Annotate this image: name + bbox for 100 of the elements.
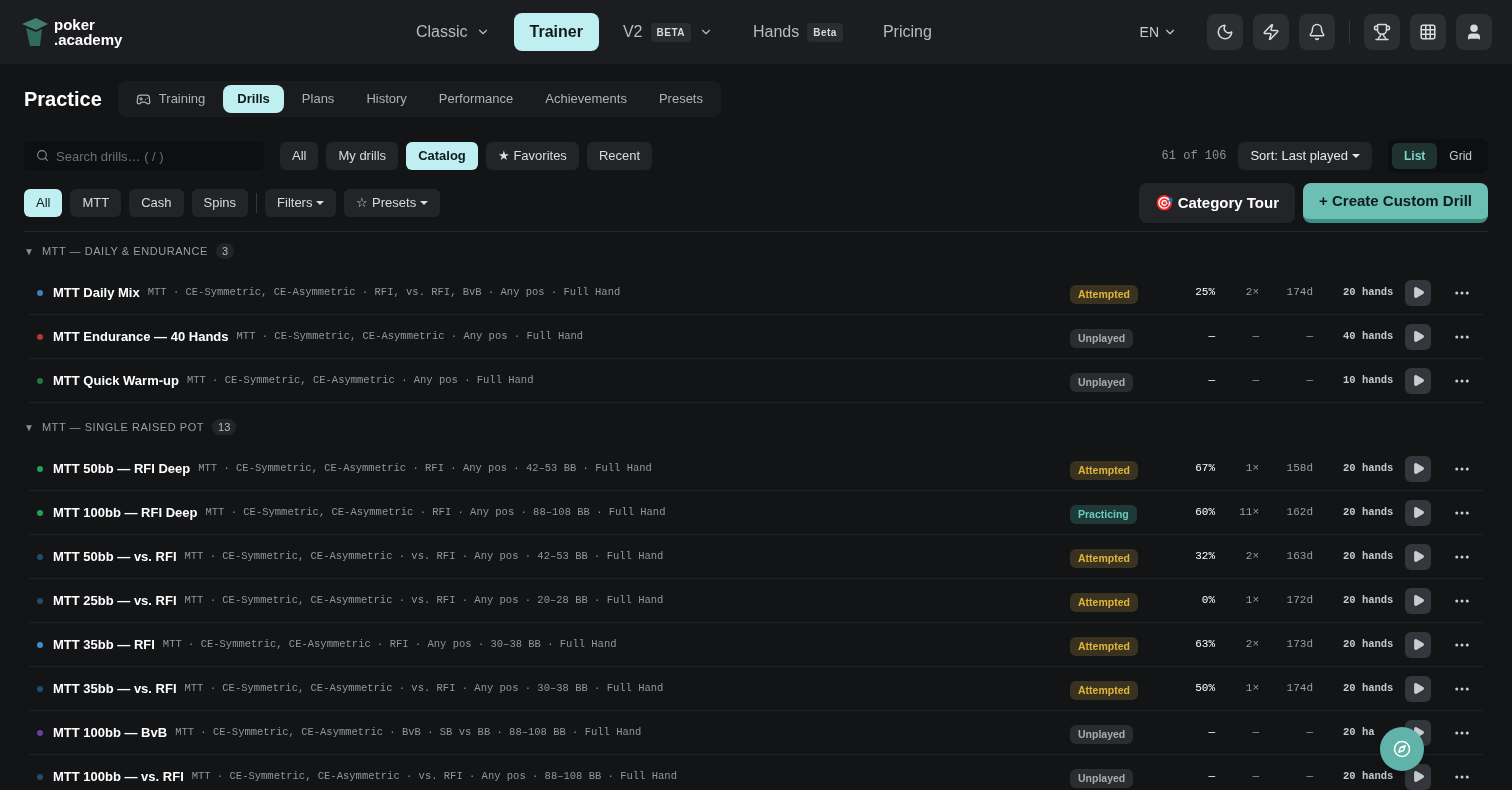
drill-row[interactable]: MTT 25bb — vs. RFI MTT · CE-Symmetric, CE-Asymmetric · vs. RFI · Any pos · 20–28 BB · Full Hand Attempted 0% 1× 172d 20 hands: [29, 579, 1483, 623]
game-chip[interactable]: All: [24, 189, 63, 217]
section-tab[interactable]: Presets: [644, 85, 717, 113]
status-badge: Attempted: [1070, 548, 1138, 569]
last-played: —: [1305, 725, 1313, 741]
toolbar-button[interactable]: [1253, 14, 1289, 50]
drill-name: MTT 35bb — RFI: [53, 635, 155, 654]
hand-count: 20 hands: [1343, 768, 1394, 784]
drill-name: MTT 25bb — vs. RFI: [53, 591, 177, 610]
view-option[interactable]: List: [1392, 143, 1438, 169]
last-played: 173d: [1285, 637, 1313, 653]
language-select[interactable]: EN: [1139, 21, 1177, 43]
status-badge: Attempted: [1070, 460, 1138, 481]
nav-tab[interactable]: V2 BETA: [606, 13, 729, 51]
accuracy: —: [1207, 769, 1215, 785]
section-tab[interactable]: Achievements: [531, 85, 641, 113]
sort-dropdown[interactable]: Sort: Last played: [1238, 142, 1372, 170]
play-button[interactable]: [1405, 323, 1431, 350]
drill-details: MTT · CE-Symmetric, CE-Asymmetric · Any pos · Full Hand: [236, 328, 584, 344]
drill-name: MTT 50bb — RFI Deep: [53, 459, 191, 478]
last-played: 162d: [1285, 505, 1313, 521]
filter-chip[interactable]: Recent: [586, 142, 653, 170]
status-badge: Practicing: [1070, 504, 1137, 525]
toolbar-button[interactable]: [1364, 14, 1400, 50]
play-icon: [1411, 286, 1425, 299]
play-count: 1×: [1244, 461, 1259, 477]
game-chip[interactable]: Cash: [129, 189, 184, 217]
hand-count: 20 hands: [1343, 460, 1394, 476]
last-played: —: [1305, 329, 1313, 345]
section-tab[interactable]: Training: [121, 85, 220, 113]
drill-row[interactable]: MTT 100bb — RFI Deep MTT · CE-Symmetric, CE-Asymmetric · RFI · Any pos · 88–108 BB · Full Hand Practicing 60% 11× 162d 20 hands: [29, 491, 1483, 535]
category-tour-button[interactable]: 🎯 Category Tour: [1138, 183, 1296, 223]
game-chip[interactable]: Spins: [191, 189, 249, 217]
play-button[interactable]: [1405, 455, 1431, 482]
accuracy: 25%: [1194, 285, 1215, 301]
status-badge: Attempted: [1070, 284, 1138, 305]
drill-row[interactable]: MTT 50bb — vs. RFI MTT · CE-Symmetric, CE-Asymmetric · vs. RFI · Any pos · 42–53 BB · Full Hand Attempted 32% 2× 163d 20 hands: [29, 535, 1483, 579]
section-tab[interactable]: Drills: [223, 85, 284, 113]
search-field[interactable]: Search drills… ( / ): [24, 141, 264, 171]
section-tab[interactable]: Performance: [424, 85, 528, 113]
play-button[interactable]: [1405, 675, 1431, 702]
drill-name: MTT Endurance — 40 Hands: [53, 327, 229, 346]
nav-tab[interactable]: Classic: [400, 13, 506, 51]
drill-details: MTT · CE-Symmetric, CE-Asymmetric · vs. RFI · Any pos · 42–53 BB · Full Hand: [184, 548, 664, 564]
play-button[interactable]: [1405, 631, 1431, 658]
drill-row[interactable]: MTT 35bb — RFI MTT · CE-Symmetric, CE-Asymmetric · RFI · Any pos · 30–38 BB · Full Hand Attempted 63% 2× 173d 20 hands: [29, 623, 1483, 667]
drill-row[interactable]: MTT Endurance — 40 Hands MTT · CE-Symmetric, CE-Asymmetric · Any pos · Full Hand Unplayed — — — 40 hands: [29, 315, 1483, 359]
filter-dropdown[interactable]: Filters: [265, 189, 337, 217]
drill-row[interactable]: MTT Daily Mix MTT · CE-Symmetric, CE-Asymmetric · RFI, vs. RFI, BvB · Any pos · Full Hand Attempted 25% 2× 174d 20 hands: [29, 271, 1483, 315]
play-button[interactable]: [1405, 499, 1431, 526]
filter-chip[interactable]: Catalog: [406, 142, 478, 170]
section-tab[interactable]: Plans: [287, 85, 349, 113]
play-icon: [1411, 682, 1425, 695]
view-option[interactable]: Grid: [1437, 143, 1484, 169]
play-icon: [1411, 330, 1425, 343]
group-count: 3: [216, 242, 235, 260]
drill-details: MTT · CE-Symmetric, CE-Asymmetric · vs. RFI · Any pos · 88–108 BB · Full Hand: [191, 768, 677, 784]
nav-tab[interactable]: Trainer: [513, 13, 599, 51]
play-icon: [1411, 594, 1425, 607]
play-icon: [1411, 638, 1425, 651]
brand-name[interactable]: poker .academy: [54, 17, 123, 47]
filter-dropdown[interactable]: ☆ Presets: [344, 189, 441, 217]
filter-chip[interactable]: ★ Favorites: [485, 142, 579, 170]
accuracy: 63%: [1194, 637, 1215, 653]
play-icon: [1411, 550, 1425, 563]
play-button[interactable]: [1405, 279, 1431, 306]
filter-chip[interactable]: All: [280, 142, 319, 170]
bell-icon: [1308, 23, 1326, 41]
nav-tab[interactable]: Pricing: [866, 13, 948, 51]
game-chip[interactable]: MTT: [70, 189, 122, 217]
play-button[interactable]: [1405, 367, 1431, 394]
search-icon: [36, 149, 49, 162]
status-badge: Unplayed: [1070, 724, 1134, 745]
collapse-toggle[interactable]: ▼: [24, 243, 34, 259]
accuracy: 67%: [1194, 461, 1215, 477]
section-tab[interactable]: History: [352, 85, 421, 113]
drill-row[interactable]: MTT Quick Warm-up MTT · CE-Symmetric, CE-Asymmetric · Any pos · Full Hand Unplayed — — — 10 hands: [29, 359, 1483, 403]
toolbar-button[interactable]: [1456, 14, 1492, 50]
compass-button[interactable]: [1380, 727, 1424, 771]
play-count: 2×: [1244, 285, 1259, 301]
toolbar-button[interactable]: [1410, 14, 1446, 50]
play-count: —: [1251, 769, 1259, 785]
group-count: 13: [212, 418, 237, 436]
play-button[interactable]: [1405, 587, 1431, 614]
play-icon: [1411, 770, 1425, 783]
filter-chip[interactable]: My drills: [326, 142, 399, 170]
create-drill-button[interactable]: + Create Custom Drill: [1303, 183, 1488, 223]
nav-tab[interactable]: Hands Beta: [737, 13, 859, 51]
status-badge: Attempted: [1070, 680, 1138, 701]
hand-count: 10 hands: [1343, 372, 1394, 388]
drill-row[interactable]: MTT 35bb — vs. RFI MTT · CE-Symmetric, CE-Asymmetric · vs. RFI · Any pos · 30–38 BB · Full Hand Attempted 50% 1× 174d 20 hands: [29, 667, 1483, 711]
toolbar-button[interactable]: [1299, 14, 1335, 50]
bolt-icon: [1262, 23, 1280, 41]
status-badge: Attempted: [1070, 592, 1138, 613]
drill-row[interactable]: MTT 50bb — RFI Deep MTT · CE-Symmetric, CE-Asymmetric · RFI · Any pos · 42–53 BB · Full Hand Attempted 67% 1× 158d 20 hands: [29, 447, 1483, 491]
play-count: —: [1251, 373, 1259, 389]
collapse-toggle[interactable]: ▼: [24, 419, 34, 435]
toolbar-button[interactable]: [1207, 14, 1243, 50]
caret-icon: [316, 201, 325, 205]
play-button[interactable]: [1405, 543, 1431, 570]
